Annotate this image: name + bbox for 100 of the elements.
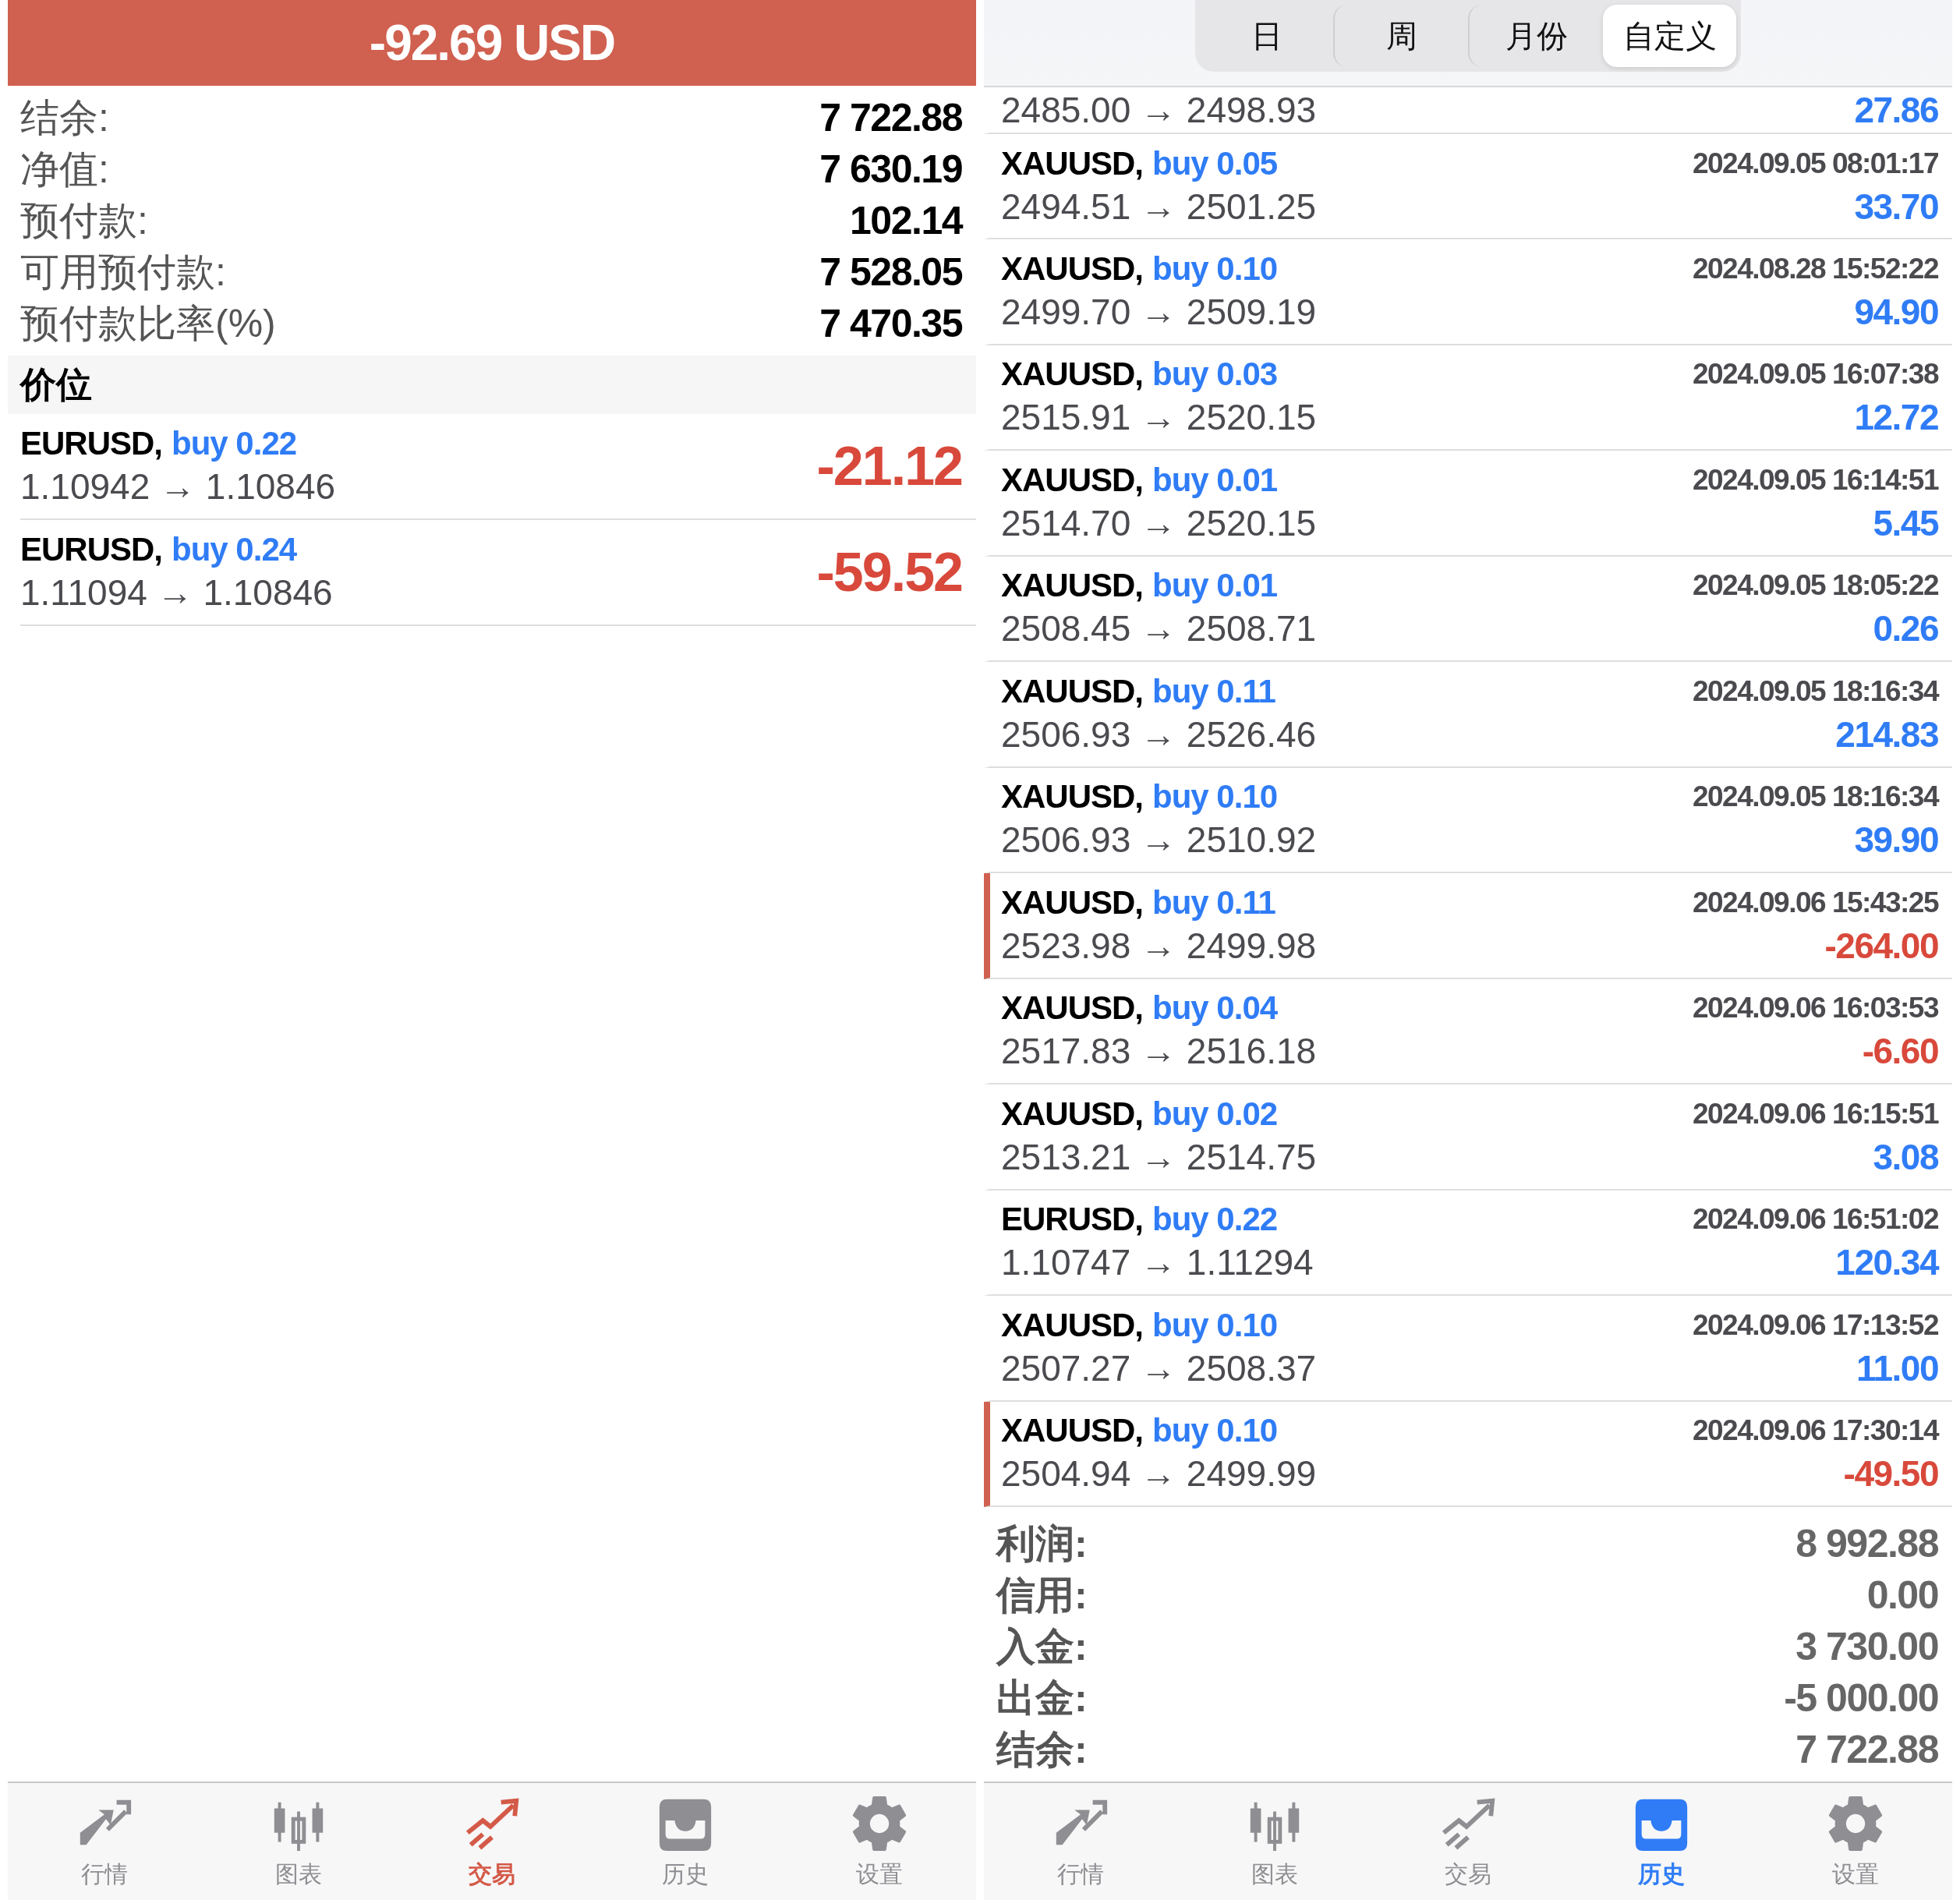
order-side-text: buy 0.22: [172, 425, 297, 462]
price-change-text: 2504.94 → 2499.99: [1001, 1452, 1317, 1495]
summary-label: 入金:: [996, 1623, 1088, 1670]
symbol-text: XAUUSD,: [1001, 461, 1144, 499]
deal-row[interactable]: XAUUSD, buy 0.10 2024.08.28 15:52:22 2499.70 → 2509.19 94.90: [984, 239, 1952, 345]
profit-text: 39.90: [1854, 819, 1938, 862]
deal-time: 2024.09.06 16:15:51: [1692, 1097, 1938, 1130]
order-side-text: buy 0.10: [1152, 1306, 1278, 1344]
order-side-text: buy 0.02: [1152, 1095, 1278, 1133]
profit-text: 27.86: [1854, 88, 1938, 131]
symbol-text: XAUUSD,: [1001, 356, 1144, 394]
order-side-text: buy 0.01: [1152, 461, 1278, 499]
profit-text: -59.52: [816, 541, 962, 603]
period-segment[interactable]: 日: [1200, 5, 1333, 67]
order-side-text: buy 0.10: [1152, 778, 1278, 816]
period-segment[interactable]: 周: [1333, 5, 1468, 67]
deal-time: 2024.09.05 18:16:34: [1692, 780, 1938, 814]
symbol-text: XAUUSD,: [1001, 144, 1144, 182]
symbol-text: XAUUSD,: [1001, 672, 1144, 710]
profit-text: -49.50: [1843, 1452, 1938, 1495]
price-change-text: 2514.70 → 2520.15: [1001, 501, 1317, 544]
symbol-text: XAUUSD,: [1001, 989, 1144, 1028]
price-change-text: 1.11094 → 1.10846: [20, 571, 333, 614]
summary-label: 信用:: [996, 1572, 1088, 1619]
order-side-text: buy 0.10: [1152, 1412, 1278, 1450]
summary-value: 8 992.88: [1795, 1521, 1938, 1567]
deal-row[interactable]: XAUUSD, buy 0.01 2024.09.05 16:14:51 2514.70 → 2520.15 5.45: [984, 451, 1952, 557]
profit-text: 12.72: [1854, 396, 1938, 439]
deal-row[interactable]: XAUUSD, buy 0.03 2024.09.05 16:07:38 2515.91 → 2520.15 12.72: [984, 345, 1952, 451]
position-row[interactable]: EURUSD, buy 0.22 1.10942 → 1.10846 -21.12: [20, 414, 976, 520]
deal-row[interactable]: XAUUSD, buy 0.10 2024.09.05 18:16:34 2506.93 → 2510.92 39.90: [984, 767, 1952, 874]
account-label: 预付款:: [20, 197, 148, 244]
order-side-text: buy 0.11: [1152, 672, 1275, 710]
deal-time: 2024.09.05 16:14:51: [1692, 463, 1938, 497]
price-change-text: 2507.27 → 2508.37: [1001, 1346, 1317, 1389]
position-row[interactable]: EURUSD, buy 0.24 1.11094 → 1.10846 -59.52: [20, 520, 976, 626]
deal-row[interactable]: XAUUSD, buy 0.11 2024.09.05 18:16:34 2506.93 → 2526.46 214.83: [984, 662, 1952, 768]
profit-text: 214.83: [1835, 713, 1938, 755]
price-change-text: 2506.93 → 2510.92: [1001, 819, 1317, 862]
symbol-text: XAUUSD,: [1001, 250, 1144, 288]
profit-text: -6.60: [1862, 1030, 1938, 1073]
account-label: 结余:: [20, 94, 109, 141]
deal-time: 2024.09.05 18:16:34: [1692, 674, 1938, 708]
tab-bar-item[interactable]: 历史: [1565, 1783, 1759, 1900]
symbol-text: XAUUSD,: [1001, 567, 1144, 605]
order-side-text: buy 0.03: [1152, 356, 1278, 394]
symbol-text: EURUSD,: [20, 425, 163, 462]
order-side-text: buy 0.10: [1152, 250, 1278, 288]
symbol-text: EURUSD,: [20, 531, 163, 568]
deal-time: 2024.08.28 15:52:22: [1692, 253, 1938, 285]
profit-text: 11.00: [1856, 1346, 1938, 1389]
deal-time: 2024.09.06 16:03:53: [1692, 992, 1938, 1025]
deal-row[interactable]: XAUUSD, buy 0.11 2024.09.06 15:43:25 2523.98 → 2499.98 -264.00: [984, 873, 1952, 979]
order-side-text: buy 0.22: [1152, 1201, 1278, 1239]
summary-value: 0.00: [1866, 1573, 1938, 1619]
summary-label: 结余:: [996, 1726, 1088, 1773]
price-change-text: 2517.83 → 2516.18: [1001, 1030, 1317, 1073]
order-side-text: buy 0.24: [172, 531, 297, 568]
deal-time: 2024.09.06 17:13:52: [1692, 1308, 1938, 1342]
account-value: 7 630.19: [819, 147, 962, 192]
price-change-text: 2513.21 → 2514.75: [1001, 1135, 1317, 1178]
summary-value: 3 730.00: [1795, 1624, 1938, 1670]
symbol-text: XAUUSD,: [1001, 883, 1144, 922]
order-side-text: buy 0.01: [1152, 567, 1278, 605]
deal-time: 2024.09.06 16:51:02: [1692, 1203, 1938, 1237]
section-header: 价位: [8, 356, 976, 414]
deal-time: 2024.09.05 18:05:22: [1692, 569, 1938, 603]
deal-row[interactable]: 2485.00 → 2498.93 27.86: [984, 87, 1952, 134]
summary-label: 出金:: [996, 1675, 1088, 1721]
account-value: 7 470.35: [819, 301, 962, 346]
deal-time: 2024.09.06 17:30:14: [1692, 1414, 1938, 1448]
period-segment[interactable]: 自定义: [1603, 5, 1736, 67]
deal-row[interactable]: XAUUSD, buy 0.01 2024.09.05 18:05:22 2508.45 → 2508.71 0.26: [984, 556, 1952, 663]
deal-time: 2024.09.06 15:43:25: [1692, 886, 1938, 919]
symbol-text: XAUUSD,: [1001, 1412, 1144, 1450]
profit-text: -21.12: [816, 435, 962, 497]
deal-row[interactable]: XAUUSD, buy 0.10 2024.09.06 17:13:52 2507.27 → 2508.37 11.00: [984, 1296, 1952, 1402]
tab-bar-item[interactable]: 交易: [394, 1783, 589, 1900]
deal-row[interactable]: XAUUSD, buy 0.05 2024.09.05 08:01:17 2494.51 → 2501.25 33.70: [984, 133, 1952, 240]
deal-row[interactable]: EURUSD, buy 0.22 2024.09.06 16:51:02 1.10747 → 1.11294 120.34: [984, 1190, 1952, 1297]
balance-header: -92.69 USD: [8, 0, 976, 86]
account-value: 7 528.05: [819, 249, 962, 295]
order-side-text: buy 0.04: [1152, 989, 1278, 1028]
price-change-text: 2508.45 → 2508.71: [1001, 607, 1317, 650]
profit-text: 120.34: [1835, 1241, 1938, 1284]
profit-text: 5.45: [1873, 501, 1938, 544]
price-change-text: 2506.93 → 2526.46: [1001, 713, 1317, 755]
symbol-text: EURUSD,: [1001, 1201, 1144, 1239]
summary-label: 利润:: [996, 1520, 1088, 1567]
symbol-text: XAUUSD,: [1001, 1306, 1144, 1344]
deal-row[interactable]: XAUUSD, buy 0.10 2024.09.06 17:30:14 2504.94 → 2499.99 -49.50: [984, 1401, 1952, 1508]
profit-text: 3.08: [1873, 1135, 1938, 1178]
summary-value: 7 722.88: [1795, 1727, 1938, 1773]
price-change-text: 2485.00 → 2498.93: [1001, 88, 1317, 131]
order-side-text: buy 0.11: [1152, 883, 1275, 922]
symbol-text: XAUUSD,: [1001, 778, 1144, 816]
deal-row[interactable]: XAUUSD, buy 0.04 2024.09.06 16:03:53 2517.83 → 2516.18 -6.60: [984, 978, 1952, 1085]
deal-row[interactable]: XAUUSD, buy 0.02 2024.09.06 16:15:51 2513.21 → 2514.75 3.08: [984, 1084, 1952, 1191]
deal-time: 2024.09.05 08:01:17: [1692, 147, 1938, 180]
price-change-text: 2499.70 → 2509.19: [1001, 291, 1317, 333]
